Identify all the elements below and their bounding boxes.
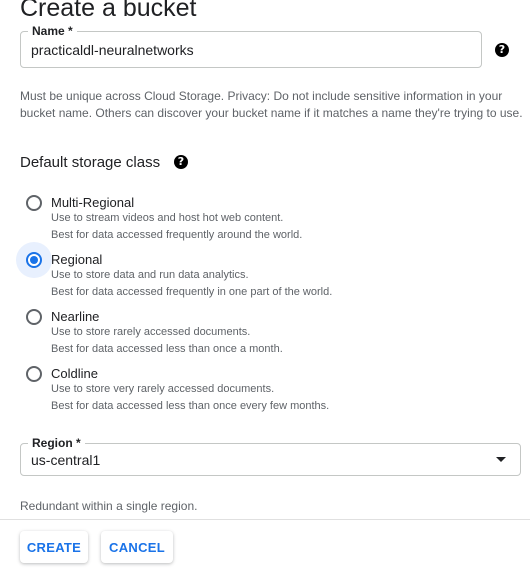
option-label: Nearline (51, 309, 100, 324)
chevron-down-icon[interactable] (496, 456, 506, 462)
page-title: Create a bucket (20, 0, 197, 22)
help-circle-icon[interactable]: ? (495, 43, 509, 57)
storage-class-title: Default storage class (20, 154, 161, 171)
help-circle-icon[interactable]: ? (174, 155, 188, 169)
bucket-name-input[interactable]: practicaldl-neuralnetworks (31, 42, 194, 58)
bucket-name-hint-line2: bucket name. Others can discover your bu… (20, 106, 523, 120)
bucket-name-hint: Must be unique across Cloud Storage. Pri… (20, 88, 523, 122)
option-description: Best for data accessed frequently in one… (51, 286, 333, 298)
radio-nearline[interactable] (26, 309, 42, 325)
bucket-name-label: Name * (28, 23, 77, 39)
option-description: Use to store data and run data analytics… (51, 269, 249, 281)
region-label: Region * (28, 435, 85, 451)
storage-option-regional[interactable]: Regional Use to store data and run data … (0, 242, 530, 306)
storage-option-multi-regional[interactable]: Multi-Regional Use to stream videos and … (0, 193, 530, 249)
radio-coldline[interactable] (26, 366, 42, 382)
divider (0, 519, 530, 520)
region-select[interactable]: Region * us-central1 (20, 435, 521, 476)
region-hint: Redundant within a single region. (20, 499, 198, 513)
option-label: Coldline (51, 366, 98, 381)
option-description: Use to store very rarely accessed docume… (51, 383, 275, 395)
radio-regional[interactable] (26, 252, 42, 268)
option-description: Best for data accessed frequently around… (51, 229, 303, 241)
option-label: Regional (51, 252, 103, 267)
storage-option-nearline[interactable]: Nearline Use to store rarely accessed do… (0, 307, 530, 363)
option-description: Use to store rarely accessed documents. (51, 326, 251, 338)
cancel-button[interactable]: CANCEL (101, 531, 173, 563)
option-label: Multi-Regional (51, 195, 135, 210)
option-description: Use to stream videos and host hot web co… (51, 212, 284, 224)
bucket-name-field[interactable]: Name * practicaldl-neuralnetworks (20, 23, 482, 68)
create-button[interactable]: CREATE (20, 531, 88, 563)
bucket-name-hint-line1: Must be unique across Cloud Storage. Pri… (20, 89, 503, 103)
radio-multi-regional[interactable] (26, 195, 42, 211)
storage-option-coldline[interactable]: Coldline Use to store very rarely access… (0, 364, 530, 420)
option-description: Best for data accessed less than once ev… (51, 400, 330, 412)
option-description: Best for data accessed less than once a … (51, 343, 283, 355)
region-value: us-central1 (31, 451, 101, 468)
